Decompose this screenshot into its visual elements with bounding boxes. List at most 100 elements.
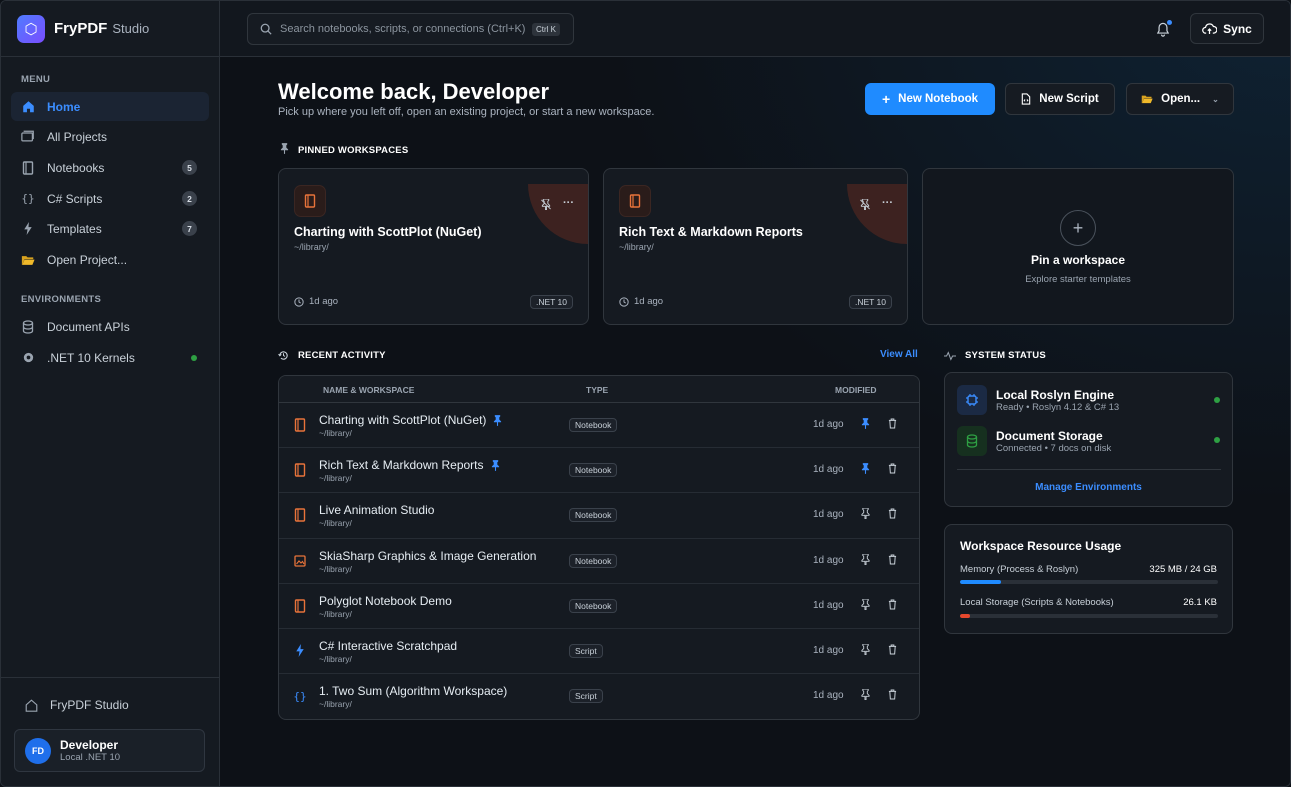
search-input[interactable] bbox=[280, 23, 530, 35]
brand[interactable]: ⬡ FryPDF Studio bbox=[1, 1, 219, 57]
open-dropdown-button[interactable]: Open... ⌄ bbox=[1126, 83, 1234, 115]
table-row[interactable]: Polyglot Notebook Demo ~/library/Notebook… bbox=[279, 584, 919, 629]
row-name-text: SkiaSharp Graphics & Image Generation bbox=[319, 548, 537, 563]
recent-heading-text: RECENT ACTIVITY bbox=[298, 350, 386, 361]
sidebar-item-net-kernels[interactable]: .NET 10 Kernels bbox=[11, 343, 209, 372]
table-row[interactable]: Live Animation Studio ~/library/Notebook 1… bbox=[279, 493, 919, 539]
sidebar-item-home[interactable]: Home bbox=[11, 92, 209, 121]
row-name: SkiaSharp Graphics & Image Generation bbox=[319, 549, 536, 563]
env-title: Local Roslyn Engine bbox=[996, 387, 1115, 402]
plus-icon: + bbox=[1060, 210, 1096, 246]
clock-icon bbox=[294, 296, 304, 307]
sidebar-item-csharp-scripts[interactable]: {} C# Scripts 2 bbox=[11, 184, 209, 213]
row-path: ~/library/ bbox=[319, 608, 352, 619]
home-icon bbox=[21, 100, 35, 114]
column-header-name[interactable]: NAME & WORKSPACE bbox=[323, 385, 414, 395]
trash-icon[interactable] bbox=[888, 418, 897, 432]
unpin-icon[interactable] bbox=[541, 199, 551, 210]
card-actions: ··· bbox=[860, 198, 893, 210]
type-badge: Notebook bbox=[569, 463, 618, 478]
table-row[interactable]: C# Interactive Scratchpad ~/library/Scrip… bbox=[279, 629, 919, 675]
more-options-icon[interactable]: ··· bbox=[563, 198, 574, 210]
sidebar-item-label: Home bbox=[47, 99, 81, 114]
sidebar-item-label: Templates bbox=[47, 221, 102, 236]
type-badge: Script bbox=[569, 689, 603, 704]
sidebar-item-label: Notebooks bbox=[47, 160, 105, 175]
table-row[interactable]: {} 1. Two Sum (Algorithm Workspace) ~/libr… bbox=[279, 674, 919, 719]
footer-home-link[interactable]: FryPDF Studio bbox=[25, 698, 129, 712]
pinned-toggle-icon[interactable] bbox=[861, 418, 870, 432]
row-name: Live Animation Studio bbox=[319, 503, 434, 517]
sidebar-item-open-project[interactable]: Open Project... bbox=[11, 245, 209, 274]
pin-toggle-icon[interactable] bbox=[861, 553, 870, 568]
folders-icon bbox=[21, 130, 35, 144]
recent-heading: RECENT ACTIVITY bbox=[278, 350, 386, 361]
trash-icon[interactable] bbox=[888, 599, 897, 613]
trash-icon[interactable] bbox=[888, 463, 897, 477]
row-name-text: Polyglot Notebook Demo bbox=[319, 593, 452, 608]
card-time-text: 1d ago bbox=[309, 296, 339, 307]
table-header: NAME & WORKSPACE TYPE MODIFIED bbox=[279, 376, 919, 403]
sidebar-item-document-apis[interactable]: Document APIs bbox=[11, 312, 209, 341]
notifications-button[interactable] bbox=[1152, 18, 1174, 40]
storage-progress-fill bbox=[960, 614, 971, 618]
pinned-card[interactable]: ··· Rich Text & Markdown Reports ~/libra… bbox=[603, 168, 908, 325]
manage-environments-link[interactable]: Manage Environments bbox=[945, 482, 1232, 493]
sidebar-item-label: Open Project... bbox=[47, 252, 128, 267]
pinned-heading: PINNED WORKSPACES bbox=[280, 143, 408, 157]
page-subtitle: Pick up where you left off, open an exis… bbox=[278, 106, 655, 118]
braces-icon: {} bbox=[293, 689, 307, 703]
type-badge: Notebook bbox=[569, 553, 618, 568]
user-card[interactable]: FD Developer Local .NET 10 bbox=[14, 729, 205, 772]
pin-workspace-card[interactable]: + Pin a workspace Explore starter templa… bbox=[922, 168, 1234, 325]
trash-icon[interactable] bbox=[888, 554, 897, 568]
count-badge: 5 bbox=[182, 160, 197, 175]
trash-icon[interactable] bbox=[888, 508, 897, 522]
sidebar: ⬡ FryPDF Studio MENU Home All Projects N… bbox=[1, 1, 220, 786]
row-path: ~/library/ bbox=[319, 428, 352, 438]
new-notebook-button[interactable]: + New Notebook bbox=[865, 83, 995, 115]
unpin-icon[interactable] bbox=[860, 199, 870, 210]
row-path: ~/library/ bbox=[319, 699, 352, 710]
topbar: Ctrl K Sync bbox=[220, 1, 1290, 57]
trash-icon[interactable] bbox=[888, 644, 897, 658]
trash-icon[interactable] bbox=[888, 689, 897, 703]
table-row[interactable]: Rich Text & Markdown Reports ~/library/No… bbox=[279, 448, 919, 494]
plus-icon: + bbox=[881, 91, 891, 107]
row-name-text: Charting with ScottPlot (NuGet) bbox=[319, 413, 487, 427]
search-icon bbox=[260, 23, 272, 35]
notebook-icon bbox=[619, 185, 651, 217]
runtime-chip: .NET 10 bbox=[529, 295, 573, 309]
folder-open-icon bbox=[1141, 94, 1153, 104]
pin-toggle-icon[interactable] bbox=[861, 688, 870, 703]
sidebar-item-notebooks[interactable]: Notebooks 5 bbox=[11, 153, 209, 182]
pin-icon bbox=[280, 143, 289, 157]
pin-toggle-icon[interactable] bbox=[861, 598, 870, 613]
sidebar-item-templates[interactable]: Templates 7 bbox=[11, 214, 209, 243]
pin-toggle-icon[interactable] bbox=[861, 508, 870, 522]
table-row[interactable]: SkiaSharp Graphics & Image Generation ~/l… bbox=[279, 539, 919, 584]
pinned-card[interactable]: ··· Charting with ScottPlot (NuGet) ~/li… bbox=[278, 168, 589, 325]
pin-toggle-icon[interactable] bbox=[861, 643, 870, 658]
more-options-icon[interactable]: ··· bbox=[882, 198, 893, 210]
notebook-icon bbox=[293, 418, 307, 432]
column-header-type[interactable]: TYPE bbox=[586, 385, 608, 395]
pulse-icon bbox=[944, 350, 956, 361]
pinned-heading-text: PINNED WORKSPACES bbox=[298, 144, 409, 156]
notebook-icon bbox=[293, 463, 307, 477]
table-row[interactable]: Charting with ScottPlot (NuGet) ~/library… bbox=[279, 403, 919, 449]
pin-workspace-title: Pin a workspace bbox=[1030, 253, 1126, 267]
notification-dot bbox=[1167, 20, 1172, 25]
env-row[interactable]: Document Storage Connected • 7 docs on d… bbox=[957, 426, 1111, 456]
pinned-toggle-icon[interactable] bbox=[861, 463, 870, 477]
card-corner-decoration bbox=[847, 184, 907, 244]
search-box[interactable]: Ctrl K bbox=[247, 13, 574, 45]
view-all-link[interactable]: View All bbox=[880, 349, 918, 360]
row-name-text: 1. Two Sum (Algorithm Workspace) bbox=[319, 684, 508, 699]
column-header-modified[interactable]: MODIFIED bbox=[835, 385, 877, 395]
sidebar-item-all-projects[interactable]: All Projects bbox=[11, 122, 209, 151]
new-script-button[interactable]: New Script bbox=[1005, 83, 1115, 115]
sync-button[interactable]: Sync bbox=[1190, 13, 1264, 44]
env-row[interactable]: Local Roslyn Engine Ready • Roslyn 4.12 … bbox=[957, 385, 1119, 415]
env-title: Document Storage bbox=[996, 428, 1103, 443]
